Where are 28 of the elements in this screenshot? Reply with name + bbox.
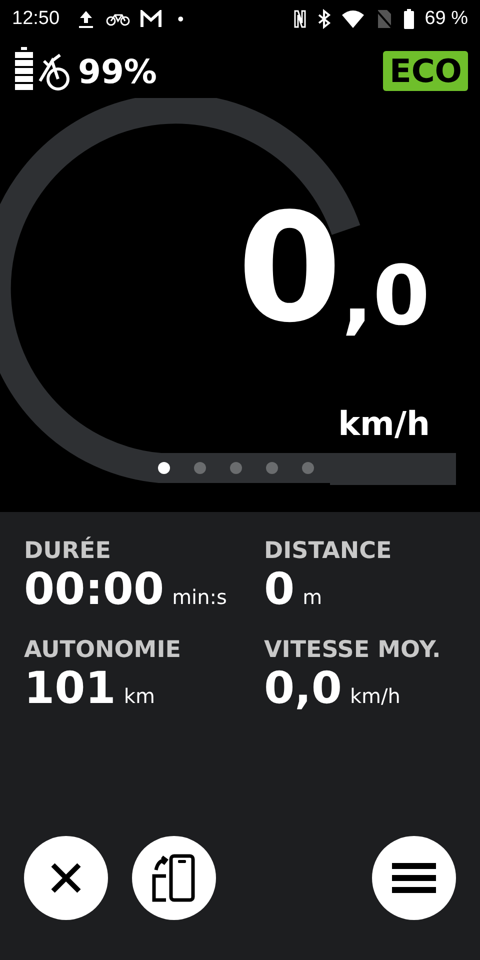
menu-icon [392,863,436,893]
status-time: 12:50 [12,8,60,30]
close-icon [49,861,83,895]
mail-icon [140,10,162,28]
battery-icon [402,9,415,29]
ebike-icon [38,51,72,91]
stat-unit: km [124,684,155,708]
speed-value: 0 [237,194,342,344]
stat-label: DISTANCE [264,538,393,564]
notification-dot: • [178,8,184,30]
speed-unit: km/h [338,404,430,443]
stat-unit: km/h [350,684,400,708]
stat-unit: min:s [172,585,227,609]
stat-value: 101 [24,663,116,714]
stat-label: AUTONOMIE [24,637,182,663]
stat-unit: m [302,585,322,609]
battery-percent: 69 % [424,8,468,30]
stat-label: DURÉE [24,538,112,564]
speed-decimal: ,0 [342,256,430,338]
stat-value: 0,0 [264,663,342,714]
stat-value: 0 [264,564,295,615]
bike-battery-percent: 99% [78,52,157,90]
stat-label: VITESSE MOY. [264,637,442,663]
stat-value: 00:00 [24,564,164,615]
bluetooth-icon [316,9,331,29]
wifi-icon [340,9,365,29]
nfc-icon [292,9,307,29]
assist-mode-badge: ECO [383,51,468,91]
